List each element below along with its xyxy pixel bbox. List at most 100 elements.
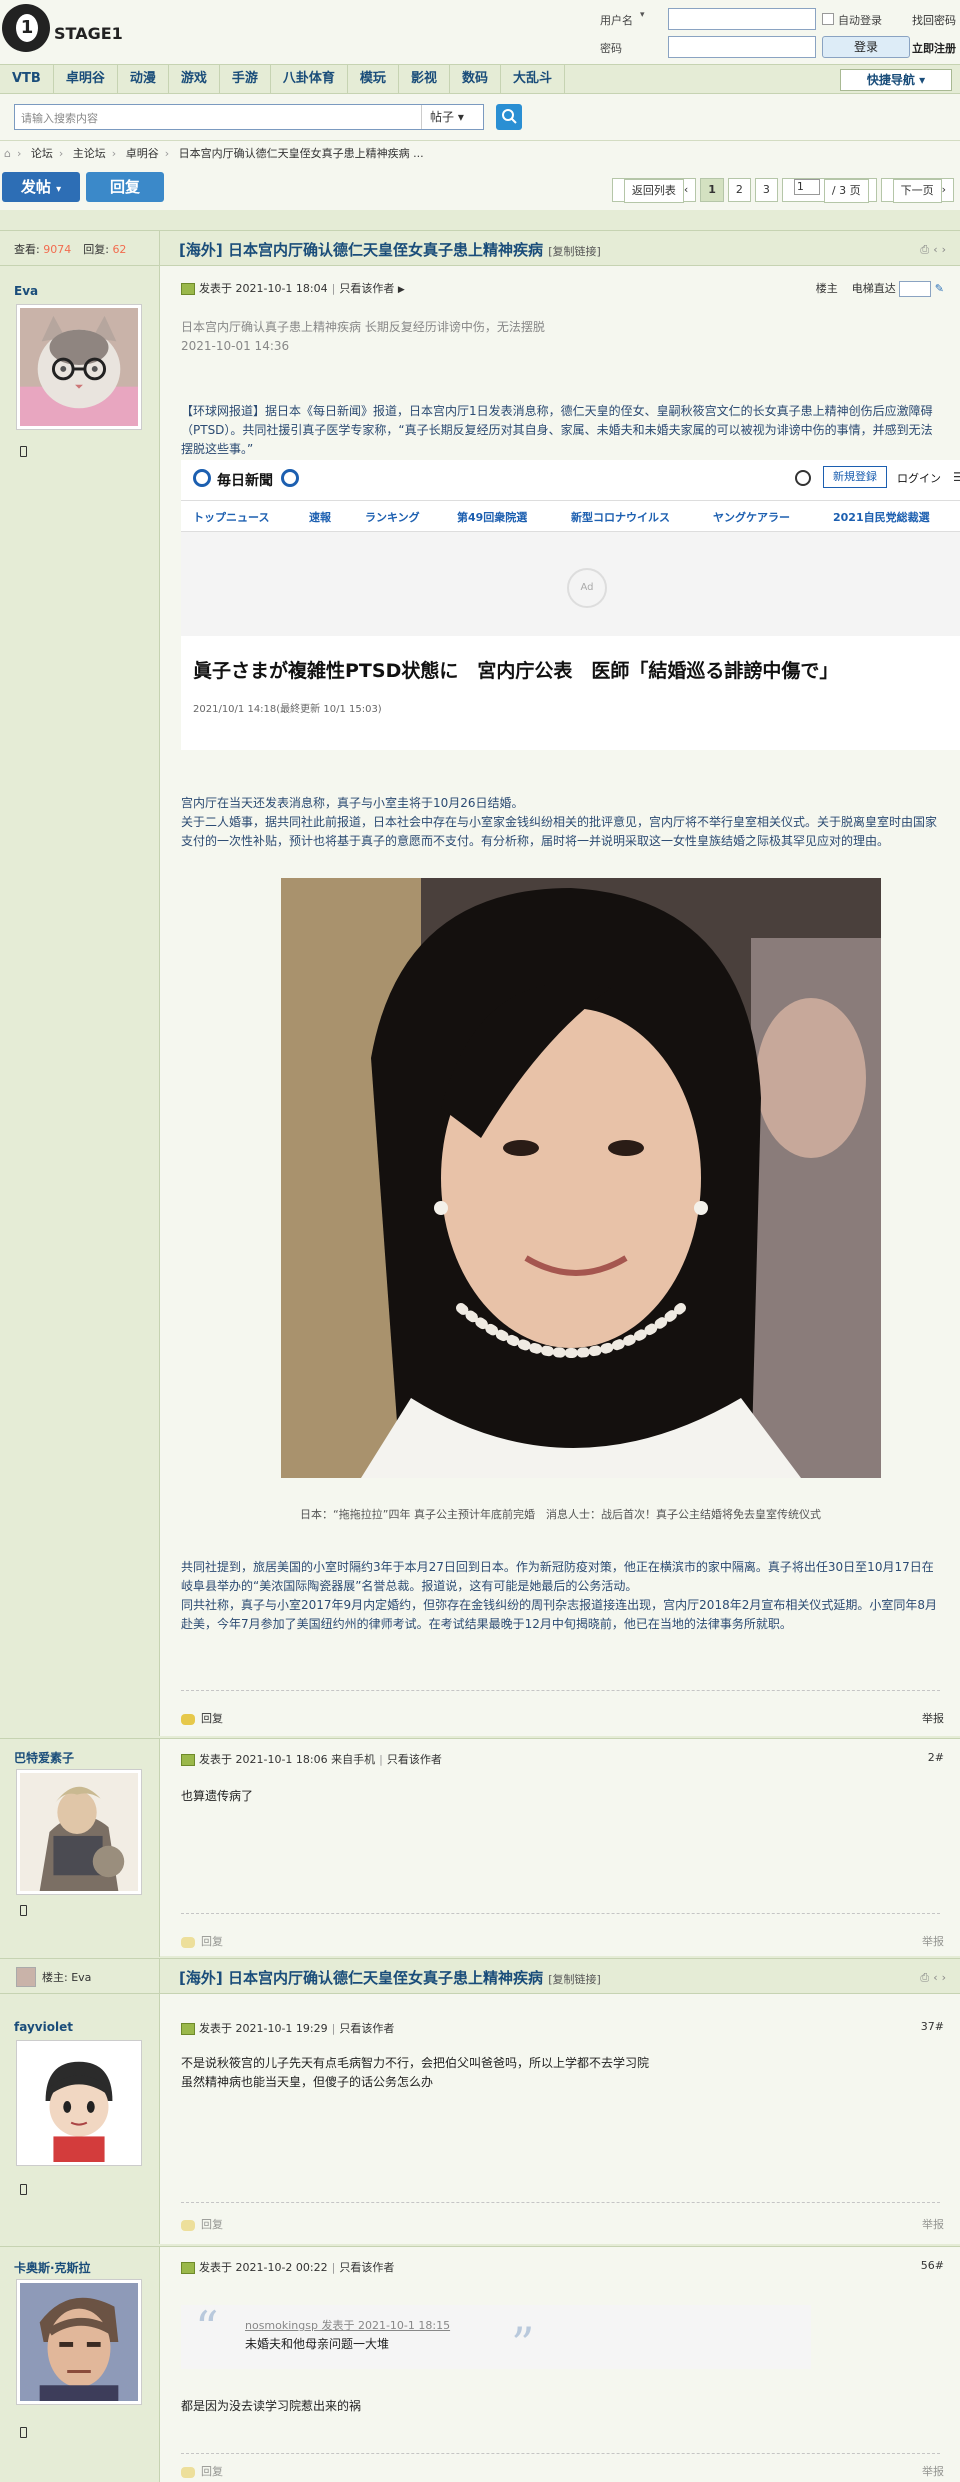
next-page-button[interactable]: 下一页 › — [880, 178, 954, 203]
post-text-line-2: 虽然精神病也能当天皇，但傻子的话公务怎么办 — [181, 2075, 434, 2089]
nav-item-digital[interactable]: 数码 — [450, 65, 501, 93]
search-input[interactable]: 请输入搜索内容 帖子 ▾ — [14, 104, 484, 130]
hamburger-menu-icon[interactable]: ☰ — [953, 470, 960, 484]
avatar[interactable] — [16, 1769, 142, 1895]
mainichi-login-link[interactable]: ログイン — [897, 470, 941, 486]
copy-link-button[interactable]: [复制链接] — [548, 245, 601, 258]
page-input[interactable]: 1 — [793, 179, 820, 195]
print-icon[interactable]: ⎙ — [920, 243, 933, 256]
mainichi-nav-item[interactable]: 新型コロナウイルス — [571, 509, 670, 525]
mainichi-nav-item[interactable]: ランキング — [365, 509, 420, 525]
page-2[interactable]: 2 — [727, 178, 751, 202]
photo-caption: 日本：“拖拖拉拉”四年 真子公主预计年底前完婚 消息人士：战后首次！真子公主结婚… — [300, 1508, 821, 1521]
author-name[interactable]: Eva — [14, 284, 38, 298]
site-logo[interactable]: 1 STAGE1 — [2, 2, 123, 54]
page-1[interactable]: 1 — [700, 178, 724, 202]
report-link[interactable]: 举报 — [922, 2463, 944, 2479]
only-author-link[interactable]: 只看该作者 — [339, 2022, 394, 2035]
avatar[interactable] — [16, 2040, 142, 2166]
search-icon[interactable] — [795, 470, 811, 486]
reply-link[interactable]: 回复 — [181, 2463, 223, 2479]
breadcrumb-sep: › — [111, 147, 117, 160]
find-password-link[interactable]: 找回密码 — [912, 12, 956, 28]
avatar[interactable] — [16, 2279, 142, 2405]
floor-number[interactable]: 2# — [928, 1751, 944, 1764]
back-to-list-button[interactable]: ‹ 返回列表 — [611, 178, 697, 203]
chevron-down-icon: ▾ — [56, 184, 62, 195]
floor-number[interactable]: 56# — [921, 2259, 944, 2272]
nav-item-models[interactable]: 模玩 — [348, 65, 399, 93]
pen-icon[interactable]: ✎ — [935, 282, 944, 295]
home-icon[interactable]: ⌂ — [4, 147, 11, 160]
nav-item-brawl[interactable]: 大乱斗 — [501, 65, 565, 93]
mainichi-nav-item[interactable]: 第49回衆院選 — [457, 509, 527, 525]
reply-button[interactable]: 回复 — [86, 172, 164, 202]
reply-link[interactable]: 回复 — [181, 2216, 223, 2232]
thread-prefix[interactable]: [海外] — [179, 1969, 223, 1987]
thread-prefix[interactable]: [海外] — [179, 241, 223, 259]
reply-link[interactable]: 回复 — [181, 1933, 223, 1949]
thread-title: [海外] 日本宫内厅确认德仁天皇侄女真子患上精神疾病 [复制链接] — [179, 239, 601, 260]
nav-item-games[interactable]: 游戏 — [169, 65, 220, 93]
next-thread-icon[interactable]: › — [942, 243, 950, 256]
post-4-content: 发表于 2021-10-2 00:22 | 只看该作者 56# “ nosmokin… — [161, 2247, 960, 2482]
nav-item-anime[interactable]: 动漫 — [118, 65, 169, 93]
mainichi-register-button[interactable]: 新規登録 — [823, 466, 887, 488]
report-link[interactable]: 举报 — [922, 2216, 944, 2232]
auto-login-checkbox[interactable] — [822, 13, 834, 25]
search-type-select[interactable]: 帖子 ▾ — [421, 105, 483, 129]
reply-link[interactable]: 回复 — [181, 1710, 223, 1726]
thread-stats: 查看: 9074 回复: 62 — [0, 231, 160, 265]
new-post-button[interactable]: 发帖 ▾ — [2, 172, 80, 202]
prev-thread-icon[interactable]: ‹ — [933, 1971, 941, 1984]
breadcrumb-item-board[interactable]: 卓明谷 — [126, 147, 159, 160]
breadcrumb-item-forum[interactable]: 论坛 — [31, 147, 53, 160]
only-author-link[interactable]: 只看该作者 — [387, 1753, 442, 1766]
author-name[interactable]: 卡奥斯·克斯拉 — [14, 2259, 91, 2276]
prev-thread-icon[interactable]: ‹ — [933, 243, 941, 256]
mainichi-nav-item[interactable]: 速報 — [309, 509, 331, 525]
ad-placeholder-icon: Ad — [567, 568, 607, 608]
mainichi-nav-item[interactable]: ヤングケアラー — [713, 509, 790, 525]
print-icon[interactable]: ⎙ — [920, 1971, 933, 1984]
author-name[interactable]: 巴特爱素子 — [14, 1749, 74, 1766]
page-jump: 1 / 3 页 — [781, 178, 877, 203]
next-thread-icon[interactable]: › — [942, 1971, 950, 1984]
post-4: 卡奥斯·克斯拉 发表于 2021-10-2 00:22 | 只看该作者 56# “ — [0, 2246, 960, 2482]
password-input[interactable] — [668, 36, 816, 58]
nav-item-zhuomingu[interactable]: 卓明谷 — [54, 65, 118, 93]
mainichi-nav-item[interactable]: トップニュース — [193, 509, 269, 525]
login-button[interactable]: 登录 — [822, 36, 910, 58]
report-link[interactable]: 举报 — [922, 1710, 944, 1726]
breadcrumb-item-main[interactable]: 主论坛 — [73, 147, 106, 160]
online-icon — [181, 1754, 195, 1766]
only-author-link[interactable]: 只看该作者 — [339, 282, 394, 295]
nav-item-gossip-sports[interactable]: 八卦体育 — [271, 65, 348, 93]
op-label[interactable]: 楼主: Eva — [42, 1969, 91, 1985]
nav-item-vtb[interactable]: VTB — [0, 65, 54, 93]
auto-login-label: 自动登录 — [838, 14, 882, 27]
reply-label: 回复 — [201, 1712, 223, 1725]
jump-input[interactable] — [899, 281, 932, 297]
register-link[interactable]: 立即注册 — [912, 40, 956, 56]
floor-number[interactable]: 37# — [921, 2020, 944, 2033]
copy-link-button[interactable]: [复制链接] — [548, 1973, 601, 1986]
nav-item-film[interactable]: 影视 — [399, 65, 450, 93]
thread-stats-text: 查看: 9074 回复: 62 — [14, 241, 126, 257]
username-dropdown-icon[interactable]: ▾ — [640, 10, 645, 20]
reply-label: 回复 — [201, 1935, 223, 1948]
page-3[interactable]: 3 — [754, 178, 778, 202]
mainichi-nav-item[interactable]: 2021自民党総裁選 — [833, 509, 930, 525]
author-name[interactable]: fayviolet — [14, 2020, 73, 2034]
para-2: 宫内厅在当天还发表消息称，真子与小室圭将于10月26日结婚。 — [181, 796, 524, 810]
search-button[interactable] — [496, 104, 522, 130]
only-author-link[interactable]: 只看该作者 — [339, 2261, 394, 2274]
new-post-label: 发帖 — [20, 178, 51, 196]
report-link[interactable]: 举报 — [922, 1933, 944, 1949]
username-input[interactable] — [668, 8, 816, 30]
avatar[interactable] — [16, 304, 142, 430]
mainichi-nav: トップニュース 速報 ランキング 第49回衆院選 新型コロナウイルス ヤングケア… — [181, 500, 960, 532]
nav-item-mobile-games[interactable]: 手游 — [220, 65, 271, 93]
quote-source-link[interactable]: nosmokingsp 发表于 2021-10-1 18:15 — [245, 2317, 450, 2333]
quick-nav-button[interactable]: 快捷导航 ▾ — [840, 69, 952, 91]
